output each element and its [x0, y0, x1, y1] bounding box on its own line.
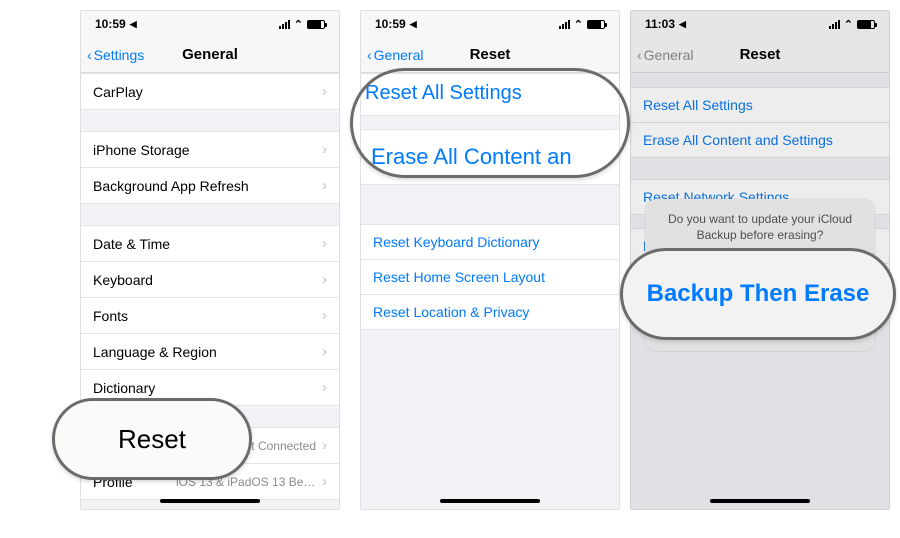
chevron-right-icon: ›: [322, 379, 327, 396]
signal-icon: [559, 20, 570, 29]
row-erase-all-content[interactable]: Erase All Content an: [361, 129, 619, 185]
status-time: 10:59: [375, 17, 406, 31]
nav-bar: ‹ Settings General: [81, 37, 339, 73]
battery-icon: [857, 20, 875, 29]
row-fonts[interactable]: Fonts ›: [81, 297, 339, 334]
home-indicator[interactable]: [160, 499, 260, 503]
chevron-right-icon: ›: [322, 307, 327, 324]
row-vpn[interactable]: VPN Not Connected ›: [81, 427, 339, 464]
row-erase-all-content: Erase All Content and Settings: [631, 122, 889, 158]
chevron-left-icon: ‹: [87, 47, 92, 63]
alert-option-hidden[interactable]: [645, 321, 875, 351]
row-reset-all-settings[interactable]: Reset All Settings: [361, 73, 619, 116]
battery-icon: [587, 20, 605, 29]
row-keyboard[interactable]: Keyboard ›: [81, 261, 339, 298]
chevron-left-icon: ‹: [637, 47, 642, 63]
battery-icon: [307, 20, 325, 29]
chevron-left-icon: ‹: [367, 47, 372, 63]
wifi-icon: ⌃: [844, 18, 853, 31]
location-icon: ◀: [410, 19, 417, 30]
alert-backup-then-erase[interactable]: Backup Then Erase: [645, 253, 875, 321]
back-label: General: [374, 47, 424, 63]
screen-reset: 10:59 ◀ ⌃ ‹ General Reset Reset All Sett…: [360, 10, 620, 510]
row-reset-home-screen-layout[interactable]: Reset Home Screen Layout: [361, 259, 619, 295]
signal-icon: [829, 20, 840, 29]
nav-title: Reset: [740, 46, 781, 63]
back-label: Settings: [94, 47, 145, 63]
row-carplay[interactable]: CarPlay ›: [81, 73, 339, 110]
chevron-right-icon: ›: [322, 343, 327, 360]
home-indicator[interactable]: [440, 499, 540, 503]
chevron-right-icon: ›: [322, 83, 327, 100]
screen-reset-alert: 11:03 ◀ ⌃ ‹ General Reset Reset All Sett…: [630, 10, 890, 510]
nav-title: Reset: [470, 46, 511, 63]
row-iphone-storage[interactable]: iPhone Storage ›: [81, 131, 339, 168]
chevron-right-icon: ›: [322, 177, 327, 194]
chevron-right-icon: ›: [322, 235, 327, 252]
signal-icon: [279, 20, 290, 29]
row-profile[interactable]: Profile iOS 13 & iPadOS 13 Beta Software…: [81, 463, 339, 500]
location-icon: ◀: [130, 19, 137, 30]
vpn-status: Not Connected: [236, 439, 316, 453]
alert-message: Do you want to update your iCloud Backup…: [645, 199, 875, 253]
row-dictionary[interactable]: Dictionary ›: [81, 369, 339, 406]
row-language-region[interactable]: Language & Region ›: [81, 333, 339, 370]
screen-general: 10:59 ◀ ⌃ ‹ Settings General CarPlay › i…: [80, 10, 340, 510]
back-button: ‹ General: [637, 47, 693, 63]
nav-bar: ‹ General Reset: [631, 37, 889, 73]
back-button[interactable]: ‹ General: [367, 47, 423, 63]
status-bar: 10:59 ◀ ⌃: [81, 11, 339, 37]
profile-detail: iOS 13 & iPadOS 13 Beta Software Pr…: [176, 475, 316, 489]
chevron-right-icon: ›: [322, 473, 327, 490]
status-bar: 10:59 ◀ ⌃: [361, 11, 619, 37]
row-reset-all-settings: Reset All Settings: [631, 87, 889, 123]
row-date-time[interactable]: Date & Time ›: [81, 225, 339, 262]
chevron-right-icon: ›: [322, 141, 327, 158]
status-time: 10:59: [95, 17, 126, 31]
row-reset-location-privacy[interactable]: Reset Location & Privacy: [361, 294, 619, 330]
row-background-app-refresh[interactable]: Background App Refresh ›: [81, 167, 339, 204]
nav-bar: ‹ General Reset: [361, 37, 619, 73]
chevron-right-icon: ›: [322, 271, 327, 288]
location-icon: ◀: [679, 19, 686, 30]
wifi-icon: ⌃: [294, 18, 303, 31]
back-button[interactable]: ‹ Settings: [87, 47, 144, 63]
nav-title: General: [182, 46, 238, 63]
row-reset-keyboard-dictionary[interactable]: Reset Keyboard Dictionary: [361, 224, 619, 260]
chevron-right-icon: ›: [322, 437, 327, 454]
back-label: General: [644, 47, 694, 63]
home-indicator[interactable]: [710, 499, 810, 503]
status-time: 11:03: [645, 17, 675, 31]
status-bar: 11:03 ◀ ⌃: [631, 11, 889, 37]
action-sheet: Do you want to update your iCloud Backup…: [645, 199, 875, 351]
wifi-icon: ⌃: [574, 18, 583, 31]
